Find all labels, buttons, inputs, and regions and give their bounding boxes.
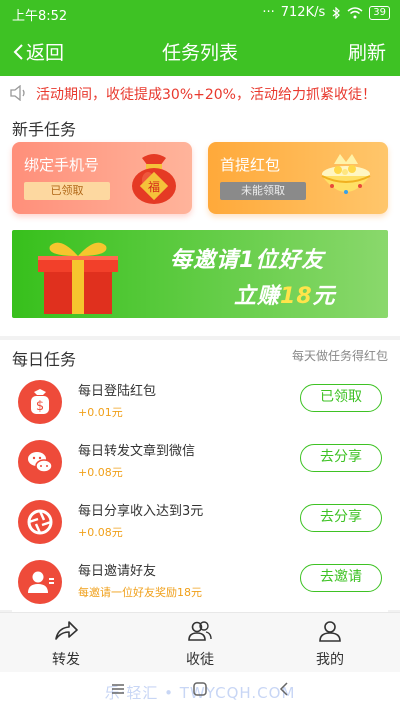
system-nav-bar: 乐·轻汇 • TWYCQH.COM — [0, 672, 400, 710]
invite-banner[interactable]: 每邀请1位好友 立赚18元 — [12, 230, 388, 318]
treasure-bowl-icon — [321, 154, 371, 194]
task-row: 每日分享收入达到3元 +0.08元 去分享 — [12, 492, 388, 552]
task-row: $ 每日登陆红包 +0.01元 已领取 — [12, 372, 388, 432]
daily-hint: 每天做任务得红包 — [291, 349, 388, 363]
tab-apprentice[interactable]: 收徒 — [160, 619, 240, 669]
task-reward: 每邀请一位好友奖励18元 — [78, 586, 202, 599]
task-name: 每日登陆红包 — [78, 384, 157, 399]
invite-button[interactable]: 去邀请 — [300, 564, 382, 592]
status-icons: ··· 712K/s 39 — [262, 5, 390, 20]
card-title: 绑定手机号 — [24, 156, 100, 174]
network-speed: 712K/s — [280, 5, 326, 20]
task-row: 每日邀请好友 每邀请一位好友奖励18元 去邀请 — [12, 552, 388, 612]
lucky-bag-icon: 福 — [132, 154, 176, 204]
wechat-icon — [18, 440, 62, 484]
daily-title: 每日任务 — [12, 350, 77, 369]
group-icon — [188, 621, 212, 641]
task-reward: +0.08元 — [78, 526, 123, 539]
banner-prefix: 立赚 — [234, 284, 281, 309]
task-reward: +0.01元 — [78, 406, 123, 419]
tab-label: 收徒 — [186, 652, 214, 668]
share-icon — [55, 621, 78, 640]
task-name: 每日分享收入达到3元 — [78, 504, 204, 519]
card-status-badge: 未能领取 — [220, 182, 306, 200]
banner-line-2: 立赚18元 — [234, 278, 336, 310]
status-bar: 上午8:52 ··· 712K/s 39 — [0, 0, 400, 26]
newbie-section: 新手任务 绑定手机号 已领取 福 首提红包 未能领取 每邀请1位好友 立赚18元 — [0, 110, 400, 336]
share-button[interactable]: 去分享 — [300, 504, 382, 532]
home-icon[interactable] — [192, 681, 208, 697]
share-button[interactable]: 去分享 — [300, 444, 382, 472]
banner-line-1: 每邀请1位好友 — [170, 248, 325, 273]
bind-phone-card[interactable]: 绑定手机号 已领取 福 — [12, 142, 192, 214]
invite-user-icon — [18, 560, 62, 604]
card-title: 首提红包 — [220, 156, 281, 174]
status-dots: ··· — [262, 5, 275, 20]
bluetooth-icon — [332, 6, 341, 19]
gift-box-icon — [38, 242, 118, 314]
back-label: 返回 — [26, 42, 65, 64]
nav-bar: 返回 任务列表 刷新 — [0, 26, 400, 76]
daily-section: 每日任务 每天做任务得红包 $ 每日登陆红包 +0.01元 已领取 每日转发文章… — [0, 340, 400, 612]
tab-mine[interactable]: 我的 — [290, 619, 370, 669]
task-name: 每日邀请好友 — [78, 564, 157, 579]
first-withdraw-card[interactable]: 首提红包 未能领取 — [208, 142, 388, 214]
card-status-badge: 已领取 — [24, 182, 110, 200]
svg-text:福: 福 — [148, 179, 160, 194]
tab-bar: 转发 收徒 我的 — [0, 612, 400, 672]
money-bag-icon: $ — [18, 380, 62, 424]
wifi-icon — [347, 6, 363, 18]
refresh-button[interactable]: 刷新 — [348, 38, 386, 65]
task-reward: +0.08元 — [78, 466, 123, 479]
battery-icon: 39 — [369, 5, 390, 20]
shutter-icon — [18, 500, 62, 544]
banner-suffix: 元 — [312, 284, 336, 309]
menu-icon[interactable] — [110, 681, 126, 697]
chevron-left-icon — [13, 43, 23, 60]
task-claimed-button[interactable]: 已领取 — [300, 384, 382, 412]
task-name: 每日转发文章到微信 — [78, 444, 196, 459]
back-button[interactable]: 返回 — [12, 38, 64, 65]
speaker-icon — [10, 85, 25, 101]
newbie-title: 新手任务 — [12, 120, 77, 139]
tab-label: 我的 — [316, 652, 344, 668]
banner-amount: 18 — [280, 284, 313, 309]
status-time: 上午8:52 — [12, 9, 68, 24]
svg-text:$: $ — [36, 399, 44, 414]
tab-share[interactable]: 转发 — [26, 619, 106, 669]
back-nav-icon[interactable] — [276, 681, 292, 697]
user-icon — [319, 621, 341, 642]
notice-text: 活动期间，收徒提成30%+20%，活动给力抓紧收徒！ — [36, 87, 376, 103]
task-row: 每日转发文章到微信 +0.08元 去分享 — [12, 432, 388, 492]
tab-label: 转发 — [52, 652, 80, 668]
notice-bar: 活动期间，收徒提成30%+20%，活动给力抓紧收徒！ — [0, 76, 400, 110]
